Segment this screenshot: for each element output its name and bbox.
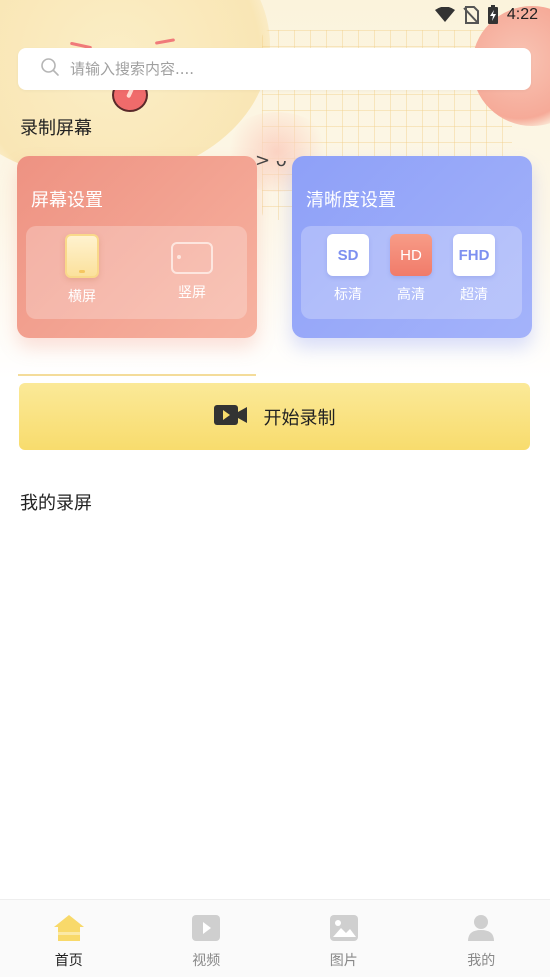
search-input[interactable] — [70, 60, 531, 78]
screen-settings-card: 屏幕设置 横屏 竖屏 — [17, 156, 257, 338]
orientation-options: 横屏 竖屏 — [26, 226, 247, 319]
status-bar: 4:22 — [0, 0, 550, 30]
nav-item-home[interactable]: 首页 — [0, 900, 138, 977]
nav-label-mine: 我的 — [467, 953, 496, 969]
clarity-options: SD 标清 HD 高清 FHD 超清 — [301, 226, 522, 319]
my-recordings-title: 我的录屏 — [20, 493, 92, 514]
nav-item-image[interactable]: 图片 — [275, 900, 413, 977]
home-icon — [53, 914, 85, 946]
status-clock: 4:22 — [506, 6, 538, 23]
sd-badge: SD — [327, 234, 369, 276]
bottom-nav: 首页 视频 图片 我的 — [0, 899, 550, 977]
landscape-phone-icon — [171, 242, 213, 274]
portrait-phone-icon — [65, 234, 99, 278]
fhd-badge: FHD — [453, 234, 495, 276]
nav-label-video: 视频 — [192, 953, 221, 969]
orientation-label: 竖屏 — [178, 285, 206, 301]
nav-label-home: 首页 — [54, 953, 83, 969]
clarity-label: 标清 — [334, 287, 362, 303]
start-recording-label: 开始录制 — [263, 407, 336, 429]
orientation-label: 横屏 — [68, 289, 96, 305]
clarity-option-hd[interactable]: HD 高清 — [381, 234, 441, 304]
clarity-label: 超清 — [460, 287, 488, 303]
battery-charging-icon — [487, 5, 499, 25]
nav-item-video[interactable]: 视频 — [138, 900, 276, 977]
start-recording-button[interactable]: 开始录制 — [19, 383, 530, 450]
user-icon — [466, 914, 496, 946]
clarity-settings-card: 清晰度设置 SD 标清 HD 高清 FHD 超清 — [292, 156, 532, 338]
orientation-option-horizontal[interactable]: 横屏 — [52, 234, 112, 306]
video-icon — [191, 914, 221, 946]
orientation-option-vertical[interactable]: 竖屏 — [162, 234, 222, 302]
nav-item-mine[interactable]: 我的 — [413, 900, 550, 977]
video-camera-icon — [213, 404, 248, 430]
clarity-option-sd[interactable]: SD 标清 — [318, 234, 378, 304]
clarity-settings-title: 清晰度设置 — [306, 190, 396, 211]
decor-face-icon: > ᴗ — [255, 150, 287, 171]
no-sim-icon — [463, 6, 479, 24]
record-section-title: 录制屏幕 — [20, 118, 92, 139]
search-bar[interactable] — [18, 48, 531, 90]
clarity-option-fhd[interactable]: FHD 超清 — [444, 234, 504, 304]
hd-badge: HD — [390, 234, 432, 276]
nav-label-image: 图片 — [329, 953, 358, 969]
image-icon — [329, 914, 359, 946]
clarity-label: 高清 — [397, 287, 425, 303]
search-icon — [40, 57, 60, 81]
wifi-icon — [434, 7, 455, 23]
screen-settings-title: 屏幕设置 — [31, 190, 103, 211]
